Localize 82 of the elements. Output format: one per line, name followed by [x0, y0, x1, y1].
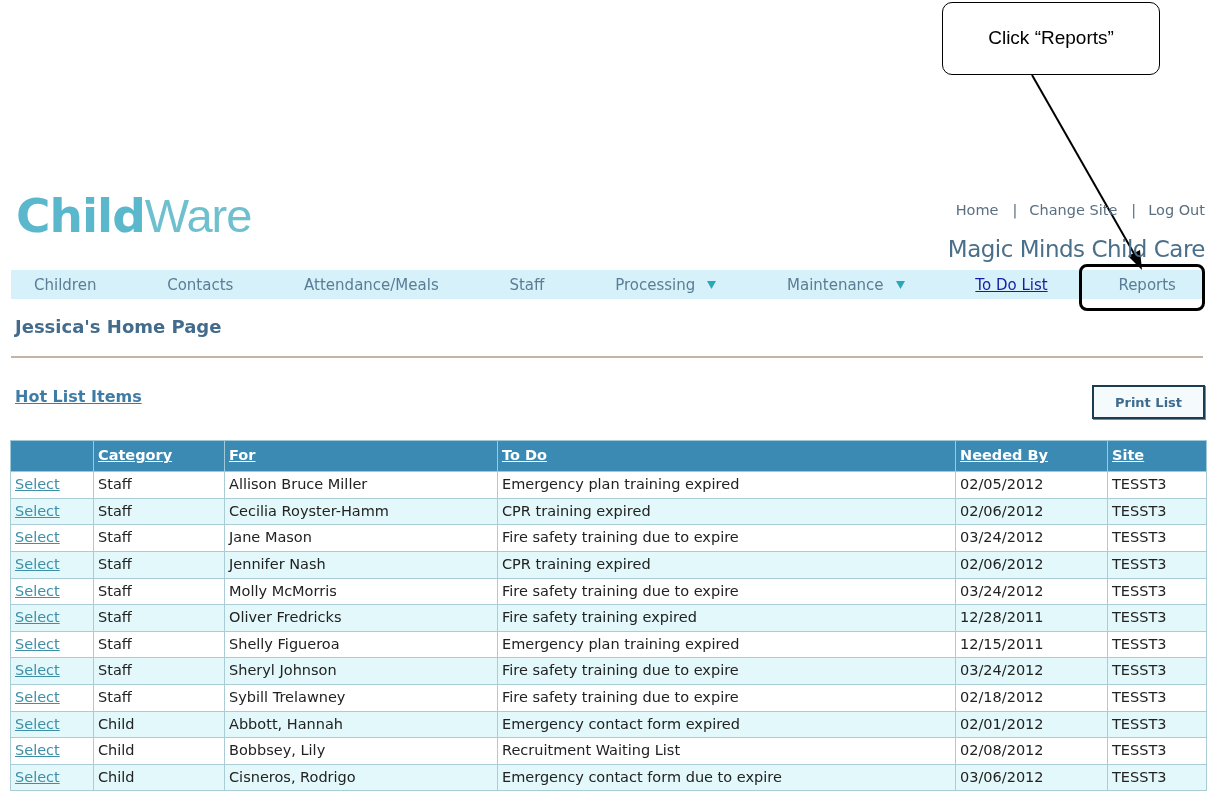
table-cell: Child	[93, 764, 225, 791]
header-link[interactable]: Home	[955, 200, 999, 222]
table-cell: TESST3	[1107, 764, 1207, 791]
nav-item[interactable]: Contacts	[128, 263, 263, 311]
table-cell: TESST3	[1107, 551, 1207, 579]
table-cell: TESST3	[1107, 524, 1207, 552]
nav-item[interactable]: Reports	[1079, 263, 1205, 311]
table-cell: Emergency plan training expired	[497, 471, 956, 499]
table-cell: Shelly Figueroa	[224, 631, 498, 658]
table-cell: Staff	[93, 551, 225, 579]
table-cell: Emergency contact form expired	[497, 711, 956, 738]
table-cell: Bobbsey, Lily	[224, 737, 498, 765]
table-cell: 02/06/2012	[955, 551, 1108, 579]
table-cell: Staff	[93, 604, 225, 632]
table-cell: Staff	[93, 471, 225, 499]
column-header[interactable]: To Do	[502, 447, 547, 464]
caret-icon	[707, 280, 717, 289]
table-cell: Fire safety training due to expire	[497, 684, 956, 712]
table-cell: TESST3	[1107, 604, 1207, 632]
table-cell: Staff	[93, 524, 225, 552]
table-cell: Sheryl Johnson	[224, 657, 498, 685]
table-cell: Emergency contact form due to expire	[497, 764, 956, 791]
table-cell: TESST3	[1107, 737, 1207, 765]
nav-item[interactable]: Attendance/Meals	[265, 263, 468, 311]
logo: ChildWare	[16, 187, 252, 245]
table-cell: TESST3	[1107, 631, 1207, 658]
nav-item[interactable]: Staff	[470, 263, 574, 311]
table-cell: Child	[93, 737, 225, 765]
callout: Click “Reports”	[942, 2, 1160, 75]
table-cell: TESST3	[1107, 684, 1207, 712]
print-button[interactable]: Print List	[1092, 385, 1205, 420]
table-cell: Staff	[93, 657, 225, 685]
table-cell: Jane Mason	[224, 524, 498, 552]
section-link[interactable]: Hot List Items	[15, 385, 142, 410]
table-cell: Jennifer Nash	[224, 551, 498, 579]
table-cell: 02/01/2012	[955, 711, 1108, 738]
table-cell: Staff	[93, 631, 225, 658]
table-cell: Staff	[93, 684, 225, 712]
table-cell: Fire safety training due to expire	[497, 524, 956, 552]
table-cell: Cisneros, Rodrigo	[224, 764, 498, 791]
table-cell: TESST3	[1107, 657, 1207, 685]
column-header[interactable]: Site	[1112, 447, 1145, 464]
column-header[interactable]: For	[229, 447, 256, 464]
separator: |	[1131, 201, 1137, 221]
header-link[interactable]: Log Out	[1148, 200, 1205, 222]
table-cell: Allison Bruce Miller	[224, 471, 498, 499]
table-cell: 02/08/2012	[955, 737, 1108, 765]
table-cell: Staff	[93, 578, 225, 605]
table-cell: Molly McMorris	[224, 578, 498, 605]
table-cell: Fire safety training due to expire	[497, 657, 956, 685]
caret-icon	[895, 280, 905, 289]
table-cell: 02/06/2012	[955, 498, 1108, 525]
table-cell: Oliver Fredricks	[224, 604, 498, 632]
table-cell: 03/24/2012	[955, 657, 1108, 685]
table-cell: 03/06/2012	[955, 764, 1108, 791]
table-cell: 12/28/2011	[955, 604, 1108, 632]
table-cell: Cecilia Royster-Hamm	[224, 498, 498, 525]
nav-item[interactable]: Children	[0, 263, 126, 311]
table-cell: TESST3	[1107, 471, 1207, 499]
table-cell: Staff	[93, 498, 225, 525]
table-cell: CPR training expired	[497, 551, 956, 579]
nav-link[interactable]: To Do List	[936, 263, 1077, 311]
table-cell: 02/05/2012	[955, 471, 1108, 499]
table-cell: 03/24/2012	[955, 524, 1108, 552]
table-cell: Emergency plan training expired	[497, 631, 956, 658]
table-cell: Sybill Trelawney	[224, 684, 498, 712]
table-cell: Recruitment Waiting List	[497, 737, 956, 765]
nav-menu[interactable]: Processing	[576, 263, 746, 311]
table-cell: Fire safety training expired	[497, 604, 956, 632]
table-cell: TESST3	[1107, 578, 1207, 605]
table-cell: Child	[93, 711, 225, 738]
table-cell: Abbott, Hannah	[224, 711, 498, 738]
table-cell: 12/15/2011	[955, 631, 1108, 658]
page-title: Jessica's Home Page	[15, 315, 223, 340]
table-cell: Fire safety training due to expire	[497, 578, 956, 605]
nav-menu[interactable]: Maintenance	[748, 263, 934, 311]
table-cell: CPR training expired	[497, 498, 956, 525]
table-cell: TESST3	[1107, 711, 1207, 738]
separator: |	[1012, 201, 1018, 221]
table-cell: 03/24/2012	[955, 578, 1108, 605]
table-cell: TESST3	[1107, 498, 1207, 525]
table-cell: 02/18/2012	[955, 684, 1108, 712]
